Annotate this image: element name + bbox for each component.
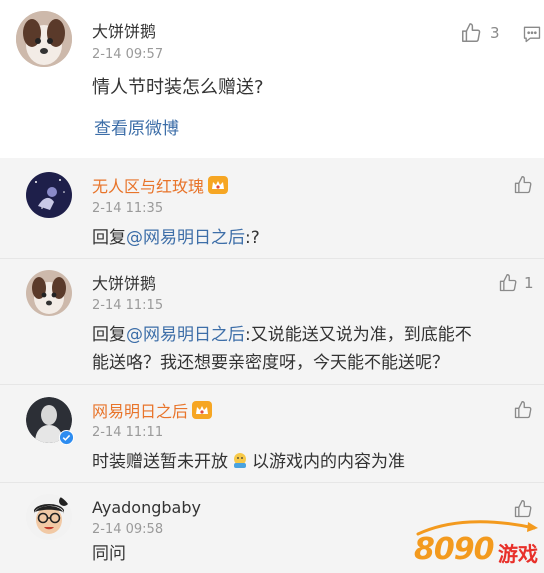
comment-text: 情人节时装怎么赠送? — [92, 77, 264, 98]
like-button[interactable] — [513, 175, 533, 195]
reply-text: 回复@网易明日之后:又说能送又说为准，到底能不 能送咯？我还想要亲密度呀，今天能… — [92, 325, 472, 373]
username[interactable]: 网易明日之后 — [92, 401, 213, 424]
like-count: 1 — [524, 274, 534, 292]
avatar[interactable] — [26, 270, 72, 316]
verified-badge-icon — [59, 430, 74, 449]
thumbs-up-icon — [514, 500, 532, 518]
thumbs-up-icon — [462, 23, 481, 42]
thumbs-up-icon — [514, 176, 532, 194]
reply-time: 2-14 09:58 — [92, 522, 164, 537]
mention-link[interactable]: @网易明日之后 — [126, 325, 245, 345]
divider — [0, 482, 544, 483]
watermark-text: 游戏 — [498, 542, 538, 566]
avatar[interactable] — [26, 494, 72, 540]
avatar[interactable] — [26, 397, 74, 445]
like-button[interactable] — [513, 499, 533, 519]
watermark-logo: 8090 游戏 — [412, 518, 542, 572]
username[interactable]: 大饼饼鹅 — [92, 22, 156, 42]
reply-time: 2-14 11:15 — [92, 298, 164, 313]
divider — [0, 258, 544, 259]
like-button[interactable] — [513, 400, 533, 420]
divider — [0, 384, 544, 385]
reply-time: 2-14 11:11 — [92, 425, 164, 440]
reply-text: 同问 — [92, 544, 126, 564]
emoji-icon — [231, 451, 249, 479]
username[interactable]: 大饼饼鹅 — [92, 274, 156, 294]
watermark-digits: 8090 — [414, 532, 494, 567]
reply-time: 2-14 11:35 — [92, 201, 164, 216]
comment-time: 2-14 09:57 — [92, 47, 164, 62]
username[interactable]: Ayadongbaby — [92, 498, 201, 518]
thumbs-up-icon — [499, 274, 517, 292]
mention-link[interactable]: @网易明日之后 — [126, 228, 245, 248]
like-button[interactable]: 3 — [460, 22, 500, 44]
like-button[interactable]: 1 — [498, 273, 534, 293]
reply-text: 回复@网易明日之后:? — [92, 228, 260, 248]
view-original-link[interactable]: 查看原微博 — [94, 117, 179, 141]
crown-badge-icon — [208, 176, 229, 199]
like-count: 3 — [490, 24, 500, 42]
avatar[interactable] — [16, 11, 72, 67]
comment-button[interactable] — [522, 24, 542, 48]
crown-badge-icon — [192, 401, 213, 424]
avatar[interactable] — [26, 172, 72, 218]
comment-icon — [523, 26, 541, 43]
thumbs-up-icon — [514, 401, 532, 419]
reply-text: 时装赠送暂未开放 以游戏内的内容为准 — [92, 448, 405, 479]
username[interactable]: 无人区与红玫瑰 — [92, 176, 229, 199]
